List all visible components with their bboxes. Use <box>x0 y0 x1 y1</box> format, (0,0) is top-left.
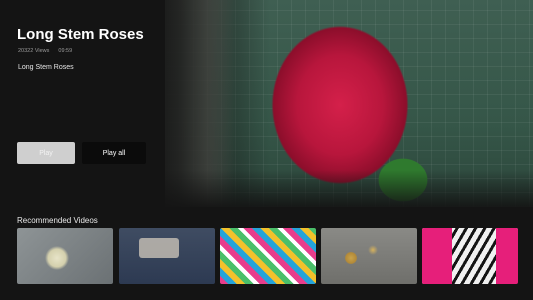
recommended-video-1[interactable] <box>17 228 113 284</box>
video-meta: 20322 Views 09:59 <box>18 48 72 54</box>
recommended-video-2[interactable] <box>119 228 215 284</box>
play-all-button[interactable]: Play all <box>82 142 146 164</box>
play-button[interactable]: Play <box>17 142 75 164</box>
recommended-row <box>17 228 518 284</box>
recommended-video-5[interactable] <box>422 228 518 284</box>
video-title: Long Stem Roses <box>17 26 144 43</box>
recommended-heading: Recommended Videos <box>17 216 98 225</box>
view-count: 20322 Views <box>18 48 50 54</box>
video-duration: 09:59 <box>58 48 73 54</box>
hero-bottom-fade <box>150 170 533 210</box>
recommended-video-3[interactable] <box>220 228 316 284</box>
recommended-video-4[interactable] <box>321 228 417 284</box>
video-description: Long Stem Roses <box>18 64 74 71</box>
